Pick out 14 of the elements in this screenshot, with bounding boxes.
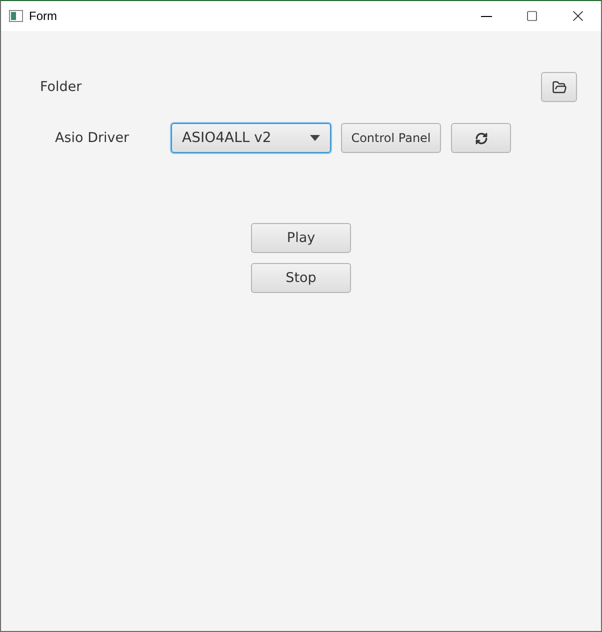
window-title: Form xyxy=(29,9,58,23)
folder-icon xyxy=(552,80,566,94)
action-button[interactable]: Play xyxy=(251,223,351,253)
driver-label: Asio Driver xyxy=(55,130,130,146)
refresh-icon xyxy=(474,132,488,144)
driver-dropdown[interactable]: ASIO4ALL v2 xyxy=(171,123,331,153)
caret-icon xyxy=(310,135,320,141)
action-button[interactable]: Stop xyxy=(251,263,351,293)
refresh-button[interactable] xyxy=(451,123,511,153)
open-folder-button[interactable] xyxy=(541,72,577,102)
folder-label: Folder xyxy=(40,79,83,95)
maximize-icon xyxy=(526,10,538,22)
app-icon xyxy=(9,10,23,22)
control-panel-button[interactable]: Control Panel xyxy=(341,123,441,153)
